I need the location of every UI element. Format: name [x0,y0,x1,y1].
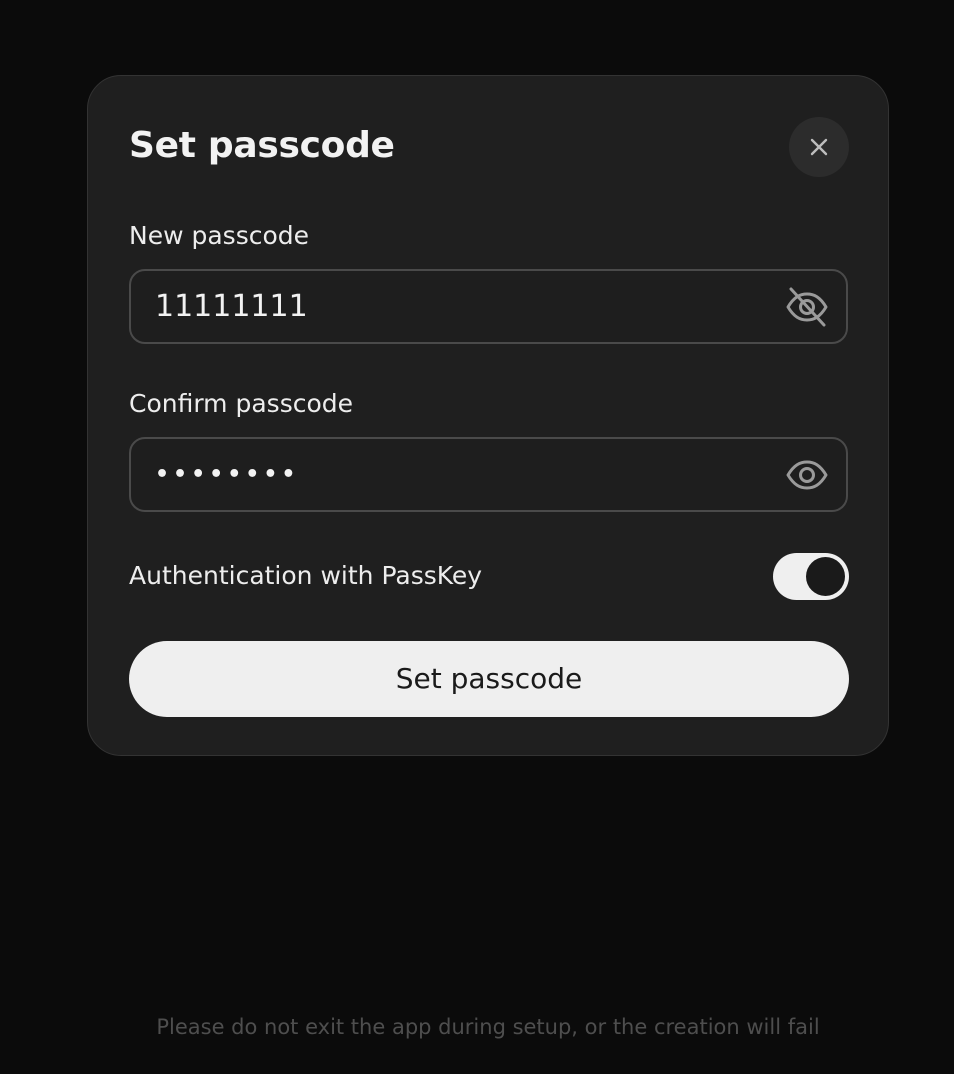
toggle-confirm-passcode-visibility[interactable] [784,452,830,498]
toggle-new-passcode-visibility[interactable] [784,284,830,330]
dialog-title: Set passcode [129,125,395,166]
close-icon [810,138,828,156]
passkey-toggle-switch[interactable] [773,553,849,600]
new-passcode-label: New passcode [129,221,310,250]
eye-icon [786,460,828,490]
confirm-passcode-label: Confirm passcode [129,389,354,418]
set-passcode-button[interactable]: Set passcode [129,641,849,717]
set-passcode-dialog: Set passcode New passcode 11111111 Confi… [87,75,889,756]
close-button[interactable] [789,117,849,177]
new-passcode-field[interactable]: 11111111 [129,269,848,344]
passkey-toggle-label: Authentication with PassKey [129,561,483,590]
toggle-knob [806,557,845,596]
confirm-passcode-masked-value: •••••••• [155,462,300,487]
new-passcode-value: 11111111 [155,289,308,324]
eye-off-icon [786,287,828,327]
setup-warning-text: Please do not exit the app during setup,… [156,1015,820,1039]
confirm-passcode-field[interactable]: •••••••• [129,437,848,512]
